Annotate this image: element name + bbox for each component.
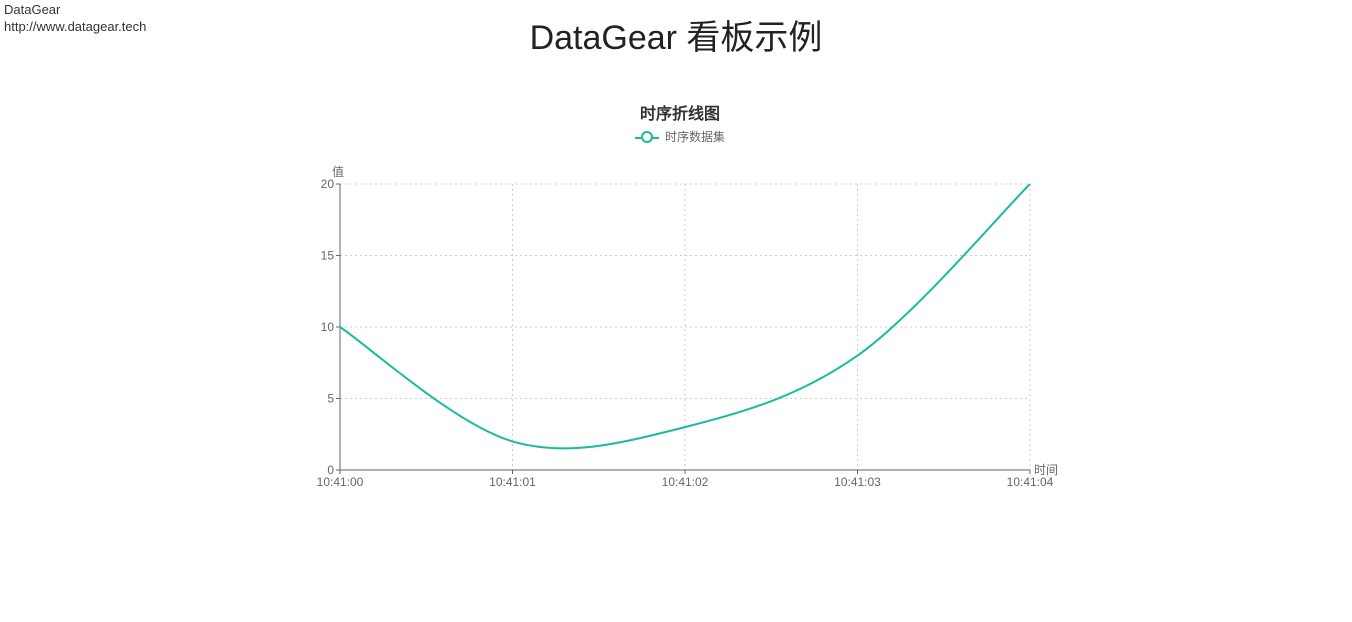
- chart-title: 时序折线图: [300, 100, 1060, 124]
- legend-label: 时序数据集: [665, 128, 725, 145]
- chart-plot[interactable]: 0510152010:41:0010:41:0110:41:0210:41:03…: [300, 160, 1060, 500]
- legend-swatch-icon: [635, 131, 659, 143]
- svg-text:10:41:02: 10:41:02: [662, 475, 709, 489]
- svg-text:10:41:00: 10:41:00: [317, 475, 364, 489]
- svg-text:10:41:01: 10:41:01: [489, 475, 536, 489]
- chart-legend[interactable]: 时序数据集: [300, 128, 1060, 146]
- svg-text:5: 5: [327, 391, 334, 405]
- svg-text:值: 值: [332, 164, 344, 179]
- svg-text:15: 15: [321, 248, 335, 262]
- svg-text:10:41:04: 10:41:04: [1007, 475, 1054, 489]
- page-title: DataGear 看板示例: [0, 10, 1352, 59]
- legend-item[interactable]: 时序数据集: [635, 128, 725, 145]
- svg-text:20: 20: [321, 177, 335, 191]
- svg-text:时间: 时间: [1034, 463, 1058, 477]
- svg-text:10: 10: [321, 320, 335, 334]
- svg-text:10:41:03: 10:41:03: [834, 475, 881, 489]
- chart-container: 时序折线图 时序数据集 0510152010:41:0010:41:0110:4…: [300, 100, 1060, 500]
